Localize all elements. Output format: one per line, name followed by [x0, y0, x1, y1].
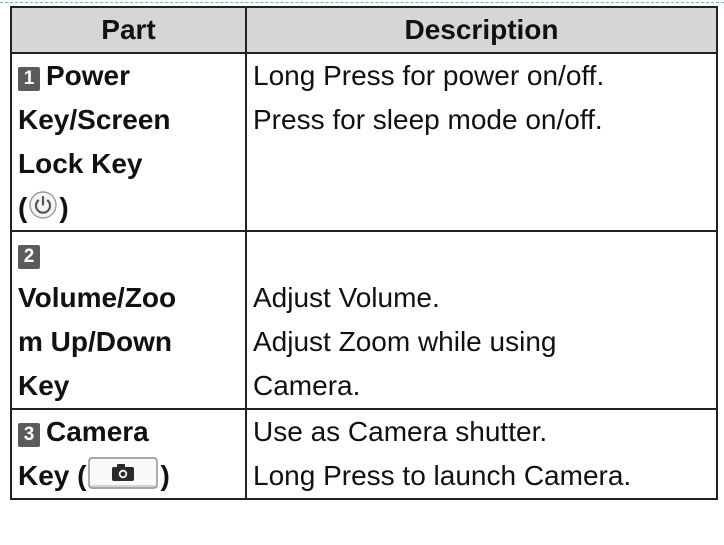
part-line: Key ( ) — [18, 454, 245, 498]
part-line: m Up/Down — [18, 326, 172, 357]
camera-icon — [88, 457, 159, 489]
description-cell: Use as Camera shutter. Long Press to lau… — [245, 409, 718, 500]
part-line: 3 Camera — [18, 410, 245, 454]
description-line: Camera. — [253, 370, 361, 401]
part-line: Key/Screen — [18, 104, 171, 135]
part-line: Key — [18, 370, 70, 401]
table-row-volume-key: 2 Volume/Zoo m Up/Down Key Adjust Volume… — [10, 231, 718, 410]
description-line: Use as Camera shutter. — [253, 416, 548, 447]
parts-table: Part Description 1 Power Key/Screen Lock … — [10, 6, 718, 500]
part-cell: 3 Camera Key ( ) — [10, 409, 247, 500]
table-header-row: Part Description — [10, 6, 718, 54]
table-row-camera-key: 3 Camera Key ( ) Use as Camera shutter. L… — [10, 409, 718, 500]
description-cell: Adjust Volume. Adjust Zoom while using C… — [245, 231, 718, 410]
part-column-header: Part — [10, 6, 247, 54]
part-cell: 2 Volume/Zoo m Up/Down Key — [10, 231, 247, 410]
part-line: 1 Power — [18, 54, 245, 98]
part-line: Lock Key — [18, 148, 143, 179]
part-label — [46, 238, 54, 269]
description-line: Adjust Volume. — [253, 282, 440, 313]
description-line: Adjust Zoom while using — [253, 326, 557, 357]
part-label: Camera — [46, 416, 149, 447]
power-icon — [29, 191, 58, 219]
description-line — [253, 232, 716, 276]
part-line: 2 — [18, 232, 245, 276]
number-badge: 3 — [18, 423, 40, 447]
description-line: Long Press to launch Camera. — [253, 460, 632, 491]
description-cell: Long Press for power on/off. Press for s… — [245, 53, 718, 232]
description-column-header: Description — [245, 6, 718, 54]
close-paren: ) — [59, 192, 69, 223]
part-label: Key ( — [18, 460, 87, 491]
number-badge: 2 — [18, 245, 40, 269]
part-label: Power — [46, 60, 131, 91]
description-line: Long Press for power on/off. — [253, 60, 605, 91]
part-cell: 1 Power Key/Screen Lock Key ( ) — [10, 53, 247, 232]
part-line: ( ) — [18, 186, 245, 230]
open-paren: ( — [18, 192, 28, 223]
number-badge: 1 — [18, 67, 40, 91]
description-line: Press for sleep mode on/off. — [253, 104, 603, 135]
top-dotted-rule — [0, 2, 724, 3]
close-paren: ) — [160, 460, 170, 491]
table-row-power-key: 1 Power Key/Screen Lock Key ( ) Long Pres… — [10, 53, 718, 232]
part-line: Volume/Zoo — [18, 282, 177, 313]
